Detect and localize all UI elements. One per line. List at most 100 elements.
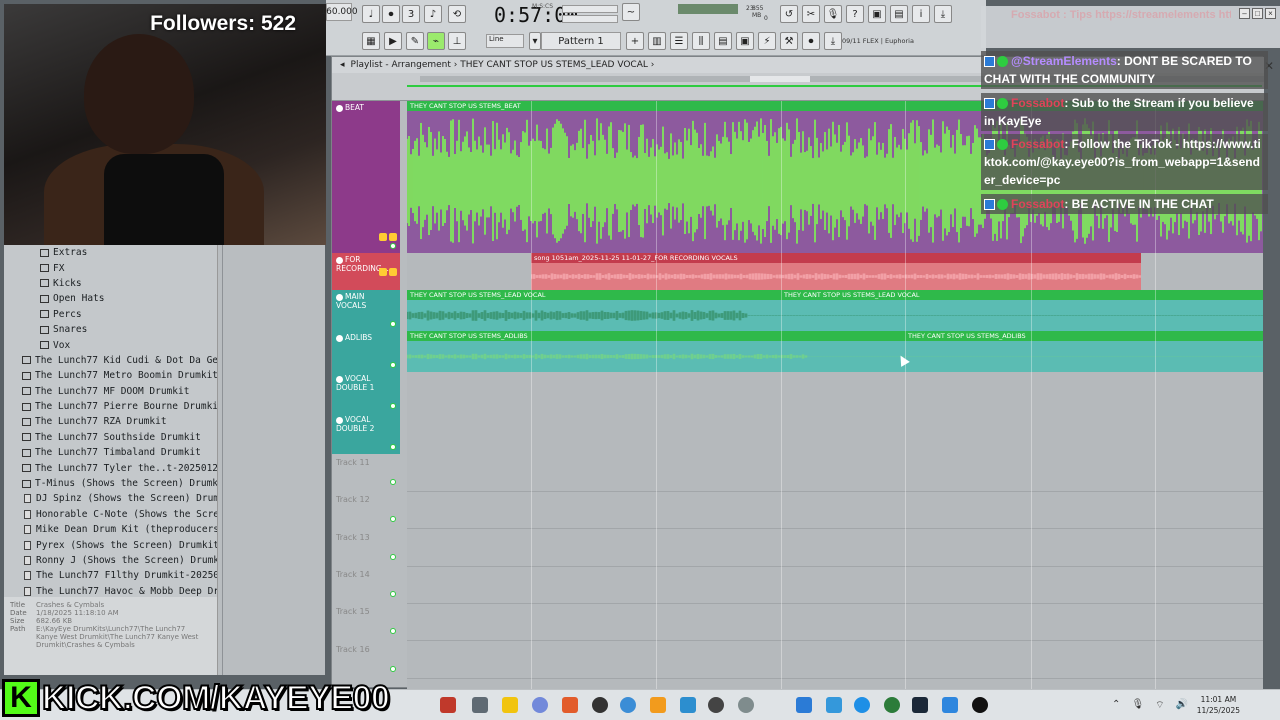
browser-item[interactable]: DJ Spinz (Shows the Screen) Drumkit: [4, 491, 217, 506]
pencil-icon[interactable]: ✎: [406, 32, 424, 50]
track-header-vocal-double-2[interactable]: VOCAL DOUBLE 2: [332, 413, 400, 454]
pattern-arrow-icon[interactable]: ▾: [529, 32, 541, 50]
browser-folder[interactable]: The Lunch77 Southside Drumkit: [4, 430, 217, 445]
mic-tray-icon[interactable]: 🎙: [1131, 699, 1144, 712]
browser-folder[interactable]: Extras: [4, 245, 217, 260]
chrome-icon[interactable]: [884, 697, 900, 713]
clip-lead-vocal-1[interactable]: THEY CANT STOP US STEMS_LEAD VOCAL: [407, 290, 781, 300]
browser-icon[interactable]: ▤: [714, 32, 732, 50]
browser-folder[interactable]: The Lunch77 Pierre Bourne Drumkit: [4, 399, 217, 414]
taskview-icon[interactable]: [472, 697, 488, 713]
browser-item[interactable]: Honorable C-Note (Shows the Screen) Drum…: [4, 507, 217, 522]
project-icon[interactable]: ▤: [890, 5, 908, 23]
browser-folder[interactable]: Snares: [4, 322, 217, 337]
browser-folder[interactable]: The Lunch77 RZA Drumkit: [4, 414, 217, 429]
obs-icon[interactable]: [592, 697, 608, 713]
edge-icon[interactable]: [854, 697, 870, 713]
photos-icon[interactable]: [942, 697, 958, 713]
channel-rack-icon[interactable]: ☰: [670, 32, 688, 50]
mic-icon[interactable]: 🎙: [824, 5, 842, 23]
fl-studio-icon[interactable]: [650, 697, 666, 713]
browser-folder[interactable]: Open Hats: [4, 291, 217, 306]
scroll-thumb[interactable]: [750, 76, 810, 82]
file-browser[interactable]: Extras FX Kicks Open Hats Percs Snares Vox The …: [4, 245, 217, 597]
discord-icon[interactable]: [532, 697, 548, 713]
track-mute-icon[interactable]: [379, 233, 387, 241]
chatgpt-icon[interactable]: [708, 697, 724, 713]
track-header-empty[interactable]: Track 12: [332, 491, 400, 528]
track-header-empty[interactable]: Track 11: [332, 454, 400, 491]
track-header-recording[interactable]: FOR RECORDING...: [332, 253, 400, 290]
brave-icon[interactable]: [562, 697, 578, 713]
track-header-empty[interactable]: Track 13: [332, 529, 400, 566]
terminal-icon[interactable]: [912, 697, 928, 713]
browser-folder[interactable]: FX: [4, 260, 217, 275]
browser-folder[interactable]: Percs: [4, 307, 217, 322]
close-icon[interactable]: ×: [1265, 8, 1276, 19]
tiktok-icon[interactable]: [972, 697, 988, 713]
snap-magnet-icon[interactable]: ⌁: [427, 32, 445, 50]
lane-adlibs[interactable]: THEY CANT STOP US STEMS_ADLIBS THEY CANT…: [407, 331, 1263, 372]
metronome-icon[interactable]: ♩: [362, 5, 380, 23]
undo-icon[interactable]: ↺: [780, 5, 798, 23]
track-header-beat[interactable]: BEAT: [332, 101, 400, 253]
globe-icon[interactable]: [620, 697, 636, 713]
plug-icon[interactable]: ⚡: [758, 32, 776, 50]
browser-item[interactable]: Pyrex (Shows the Screen) Drumkit: [4, 537, 217, 552]
folder-icon[interactable]: [502, 697, 518, 713]
browser-folder[interactable]: The Lunch77 Tyler the..t-20250120T064951…: [4, 460, 217, 475]
settings-icon[interactable]: [738, 697, 754, 713]
step-edit-icon[interactable]: ♪: [424, 5, 442, 23]
piano-roll-icon[interactable]: ▥: [648, 32, 666, 50]
track-header-vocal-double-1[interactable]: VOCAL DOUBLE 1: [332, 372, 400, 413]
minimize-icon[interactable]: –: [1239, 8, 1250, 19]
browser-item[interactable]: The Lunch77 F1lthy Drumkit-20250118T1544…: [4, 568, 217, 583]
clip-adlibs-2[interactable]: THEY CANT STOP US STEMS_ADLIBS: [905, 331, 1263, 341]
track-header-main-vocals[interactable]: MAIN VOCALS: [332, 290, 400, 331]
info-icon[interactable]: i: [912, 5, 930, 23]
lane-main-vocals[interactable]: THEY CANT STOP US STEMS_LEAD VOCAL THEY …: [407, 290, 1263, 331]
browser-folder[interactable]: The Lunch77 Timbaland Drumkit: [4, 445, 217, 460]
volume-icon[interactable]: 🔊: [1176, 699, 1188, 712]
track-header-empty[interactable]: Track 15: [332, 603, 400, 640]
browser-item[interactable]: Mike Dean Drum Kit (theproducersplug.com…: [4, 522, 217, 537]
stamp-icon[interactable]: ⊥: [448, 32, 466, 50]
download-icon[interactable]: ⤓: [934, 5, 952, 23]
record-mode-icon[interactable]: ⏺: [382, 5, 400, 23]
app2-icon[interactable]: [796, 697, 812, 713]
system-clock[interactable]: 11:01 AM 11/25/2025: [1197, 694, 1240, 716]
track-header-empty[interactable]: Track 16: [332, 641, 400, 678]
track-header-empty[interactable]: Track 14: [332, 566, 400, 603]
browser-folder[interactable]: The Lunch77 Metro Boomin Drumkit: [4, 368, 217, 383]
browser-folder[interactable]: Vox: [4, 337, 217, 352]
clip-recording-label[interactable]: song 1051am_2025-11-25 11-01-27_FOR RECO…: [531, 253, 1141, 263]
plugin-icon[interactable]: ▣: [736, 32, 754, 50]
help-icon[interactable]: ?: [846, 5, 864, 23]
chevron-up-icon[interactable]: ⌃: [1112, 699, 1120, 712]
download-tool-icon[interactable]: ⤓: [824, 32, 842, 50]
cut-tools-icon[interactable]: ✂: [802, 5, 820, 23]
browser-folder[interactable]: The Lunch77 MF DOOM Drumkit: [4, 384, 217, 399]
track-solo-icon[interactable]: [389, 233, 397, 241]
track-header-adlibs[interactable]: ADLIBS: [332, 331, 400, 372]
app-icon[interactable]: [440, 697, 456, 713]
lane-recording[interactable]: song 1051am_2025-11-25 11-01-27_FOR RECO…: [407, 253, 1263, 290]
play-arrow-icon[interactable]: ▶: [384, 32, 402, 50]
browser-folder[interactable]: The Lunch77 Kid Cudi & Dot Da Genius Dru…: [4, 353, 217, 368]
wifi-icon[interactable]: ⌔: [1155, 699, 1164, 712]
loop-record-icon[interactable]: ⟲: [448, 5, 466, 23]
countdown-icon[interactable]: 3: [402, 5, 420, 23]
clip-recording[interactable]: song 1051am_2025-11-25 11-01-27_FOR RECO…: [531, 253, 1141, 290]
snap-select[interactable]: Line: [486, 34, 524, 48]
add-pattern-icon[interactable]: +: [626, 32, 644, 50]
playlist-menu-icon[interactable]: ◂: [340, 60, 345, 70]
mixer-icon[interactable]: ⫼: [692, 32, 710, 50]
save-icon[interactable]: ▣: [868, 5, 886, 23]
rec-icon[interactable]: ⏺: [802, 32, 820, 50]
maximize-icon[interactable]: □: [1252, 8, 1263, 19]
master-pitch-slider[interactable]: [562, 15, 618, 23]
browser-folder[interactable]: T-Minus (Shows the Screen) Drumkit: [4, 476, 217, 491]
pattern-selector[interactable]: Pattern 1: [541, 32, 621, 50]
notes-icon[interactable]: [680, 697, 696, 713]
clip-lead-vocal-2[interactable]: THEY CANT STOP US STEMS_LEAD VOCAL: [781, 290, 1263, 300]
